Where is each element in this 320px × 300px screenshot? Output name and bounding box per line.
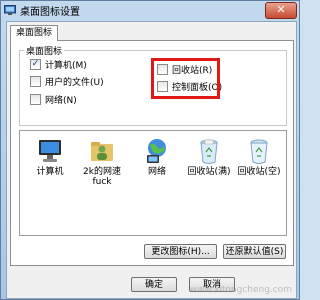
title-bar[interactable]: 桌面图标设置 ✕ [1,1,301,19]
list-item-user-folder[interactable]: 2k的网速 fuck [78,137,126,187]
list-item-recycle-bin-full[interactable]: 回收站(满) [185,137,233,177]
close-button[interactable]: ✕ [265,2,297,19]
checkbox-label: 计算机(M) [45,61,87,71]
list-item-recycle-bin-empty[interactable]: 回收站(空) [235,137,283,177]
icon-label: 回收站(满) [187,167,231,177]
recycle-bin-empty-icon [250,139,268,164]
icon-label: 回收站(空) [237,167,281,177]
window-title: 桌面图标设置 [20,7,80,18]
ok-button[interactable]: 确定 [131,277,177,292]
desktop-icons-groupbox: 桌面图标 ✓ 计算机(M) 用户的文件(U) 网络(N) 回收站(R) 控制面板… [19,44,287,126]
tab-panel: 桌面图标 ✓ 计算机(M) 用户的文件(U) 网络(N) 回收站(R) 控制面板… [10,40,294,266]
icon-list-view[interactable]: 计算机 2k的网速 fuck 网络 回收站(满) 回收站(空) [19,130,287,236]
icon-label: 网络 [147,167,166,177]
user-folder-icon [91,142,113,161]
list-item-network[interactable]: 网络 [133,137,181,177]
dialog-window: 桌面图标设置 ✕ 桌面图标 桌面图标 ✓ 计算机(M) 用户的文件(U) 网络(… [0,0,300,300]
change-icon-button[interactable]: 更改图标(H)... [144,244,217,259]
tab-desktop-icons[interactable]: 桌面图标 [10,25,58,41]
checkbox-box-computer[interactable]: ✓ [30,59,41,70]
dialog-client-area: 桌面图标 桌面图标 ✓ 计算机(M) 用户的文件(U) 网络(N) 回收站(R)… [6,21,297,299]
desktop-settings-icon [4,5,16,15]
checkbox-label: 网络(N) [45,96,77,106]
checkbox-network[interactable]: 网络(N) [30,93,130,106]
icon-label: 2k的网速 fuck [83,167,121,187]
watermark: www.xitongcheng.com [189,285,292,295]
checkbox-box-user-files[interactable] [30,76,41,87]
checkbox-label: 用户的文件(U) [45,78,104,88]
red-highlight-box [151,58,220,99]
network-icon [147,139,166,163]
groupbox-legend: 桌面图标 [24,44,65,57]
checkbox-computer[interactable]: ✓ 计算机(M) [30,58,130,71]
recycle-bin-full-icon [200,139,218,164]
computer-icon [39,140,61,162]
icon-label: 计算机 [36,167,64,177]
checkbox-user-files[interactable]: 用户的文件(U) [30,75,130,88]
restore-default-button[interactable]: 还原默认值(S) [223,244,286,259]
checkbox-box-network[interactable] [30,94,41,105]
list-item-computer[interactable]: 计算机 [26,137,74,177]
